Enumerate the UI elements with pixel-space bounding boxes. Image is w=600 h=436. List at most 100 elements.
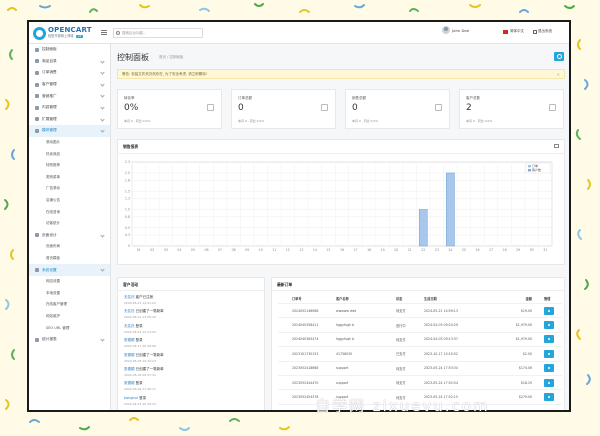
- sidebar-subitem[interactable]: 在线咨询: [29, 206, 110, 218]
- x-tick-label: 30: [530, 248, 534, 252]
- sidebar-subitem[interactable]: 热卖商品: [29, 148, 110, 160]
- customer-link[interactable]: 无名氏: [124, 295, 135, 299]
- customer-link[interactable]: 张德顺: [124, 367, 135, 371]
- activity-text: 张德顺 已创建了一笔新单: [124, 353, 164, 358]
- table-row: 2023052444470 support 待支付 2023-05-24 17:52:…: [278, 376, 562, 391]
- sidebar-subitem[interactable]: 店铺公告: [29, 195, 110, 207]
- activity-item: 无名氏 登录 2024-05-21 12:11:03: [124, 324, 164, 338]
- activity-date: 2024-04-23 16:44:10: [124, 401, 156, 406]
- x-tick-label: 05: [191, 248, 195, 252]
- sidebar-subitem[interactable]: 广告滚动: [29, 183, 110, 195]
- sidebar-item[interactable]: 订单销售: [29, 67, 110, 79]
- customer-link[interactable]: 张德顺: [124, 338, 135, 342]
- sidebar-subitem[interactable]: 本地设置: [29, 287, 110, 299]
- customer-link[interactable]: 无名氏: [124, 309, 135, 313]
- x-tick-label: 08: [232, 248, 236, 252]
- logout-icon: [533, 29, 537, 34]
- column-header: 生成日期: [424, 297, 437, 301]
- opencart-logo[interactable]: OPENCART 轻型开源网上商城 v4: [33, 25, 92, 41]
- y-tick-label: 2.0: [125, 171, 130, 175]
- sidebar-item-label: 统计报表: [42, 337, 57, 342]
- view-order-button[interactable]: [544, 378, 554, 387]
- logout-button[interactable]: 退出系统: [533, 29, 552, 34]
- sidebar-item[interactable]: 页面设计: [29, 230, 110, 242]
- order-total: $174.06: [518, 366, 532, 371]
- order-date: 2024-05-21 14:59:13: [424, 308, 458, 313]
- sidebar-subitem[interactable]: 网站维护: [29, 311, 110, 323]
- x-tick-label: 19: [381, 248, 385, 252]
- order-id: 2023052418668: [292, 366, 319, 371]
- sidebar-subitem[interactable]: 滚动图片: [29, 137, 110, 149]
- view-order-button[interactable]: [544, 364, 554, 373]
- customer-link[interactable]: 张德顺: [124, 381, 135, 385]
- sidebar-item[interactable]: 客户管理: [29, 79, 110, 91]
- sidebar-item[interactable]: 系统设置: [29, 264, 110, 276]
- sidebar-item-label: 营销推广: [42, 93, 57, 98]
- bar: [418, 209, 428, 247]
- language-selector[interactable]: 简体中文: [503, 29, 524, 34]
- sidebar-item[interactable]: 内容管理: [29, 102, 110, 114]
- order-status: 待支付: [396, 337, 406, 342]
- order-total: $1,979.00: [515, 323, 532, 328]
- sidebar-subitem[interactable]: 特别推荐: [29, 160, 110, 172]
- sidebar-item-label: 扩展管理: [42, 116, 57, 121]
- activity-text: 张德顺 已创建了一笔新单: [124, 367, 164, 372]
- x-tick-label: 09: [245, 248, 249, 252]
- view-order-button[interactable]: [544, 335, 554, 344]
- orders-title: 最新订单: [277, 282, 293, 287]
- sidebar-subitem[interactable]: 在线客户管理: [29, 299, 110, 311]
- x-tick-label: 17: [354, 248, 358, 252]
- calendar-icon[interactable]: [554, 144, 559, 148]
- dashboard-settings-button[interactable]: [554, 52, 564, 61]
- order-total: $18.25: [520, 380, 532, 385]
- sidebar-item[interactable]: 模块管理: [29, 125, 110, 137]
- activity-action: 登录: [135, 323, 143, 328]
- table-row: 2023052418668 support 待支付 2023-05-24 17:53:…: [278, 362, 562, 376]
- x-tick-label: 11: [272, 248, 276, 252]
- view-order-button[interactable]: [544, 349, 554, 358]
- table-row: 2024040358411 hggyfugh b 进行中 2024-04-03 09:…: [278, 318, 562, 333]
- x-tick-label: 07: [218, 248, 222, 252]
- activity-text: 无名氏 登录: [124, 324, 164, 329]
- x-tick-label: 04: [177, 248, 181, 252]
- sidebar-item[interactable]: 营销推广: [29, 90, 110, 102]
- close-icon[interactable]: ×: [557, 72, 560, 77]
- view-order-button[interactable]: [544, 306, 554, 315]
- sidebar-item[interactable]: 扩展管理: [29, 114, 110, 126]
- sidebar-item[interactable]: 统计报表: [29, 334, 110, 346]
- user-menu[interactable]: John Doe: [442, 26, 469, 34]
- chevron-down-icon: [100, 105, 105, 110]
- menu-icon: [35, 94, 39, 99]
- sidebar-subitem[interactable]: 访客统计: [29, 218, 110, 230]
- customer-link[interactable]: 张德顺: [124, 353, 135, 357]
- search-input[interactable]: 搜索后台功能...: [113, 28, 203, 38]
- activity-date: 2024-05-21 14:01:22: [124, 301, 156, 305]
- user-icon: [207, 104, 214, 111]
- sidebar-item-label: 订单销售: [42, 70, 57, 75]
- activity-action: 已创建了一笔新单: [135, 366, 164, 371]
- view-order-button[interactable]: [544, 393, 554, 402]
- customer-link[interactable]: 无名氏: [124, 324, 135, 328]
- view-order-button[interactable]: [544, 321, 554, 330]
- tile-value: 0%: [124, 103, 139, 113]
- order-customer: hggyfugh b: [336, 337, 355, 342]
- order-status: 待支付: [396, 381, 406, 386]
- activity-action: 登录: [139, 395, 147, 400]
- sidebar-item[interactable]: 控制面板: [29, 44, 110, 56]
- order-customer: wwwww ddd: [336, 308, 357, 313]
- sidebar-subitem[interactable]: 类别菜单: [29, 172, 110, 184]
- x-tick-label: 20: [394, 248, 398, 252]
- customer-link[interactable]: kanghui: [124, 396, 138, 400]
- sidebar-subitem[interactable]: 首页模板: [29, 253, 110, 265]
- breadcrumb[interactable]: 首页 / 控制面板: [159, 55, 183, 60]
- y-tick-label: 1.5: [125, 189, 130, 193]
- sidebar-item[interactable]: 商品目录: [29, 56, 110, 68]
- sidebar-subitem[interactable]: 页面布局: [29, 241, 110, 253]
- sidebar-subitem[interactable]: 网店设置: [29, 276, 110, 288]
- order-customer: support: [336, 380, 349, 385]
- menu-toggle-icon[interactable]: [101, 30, 107, 35]
- sidebar-subitem[interactable]: SEO URL 管理: [29, 322, 110, 334]
- order-status: 已支付: [396, 352, 406, 357]
- x-tick-label: 06: [204, 248, 208, 252]
- chevron-down-icon: [100, 232, 105, 238]
